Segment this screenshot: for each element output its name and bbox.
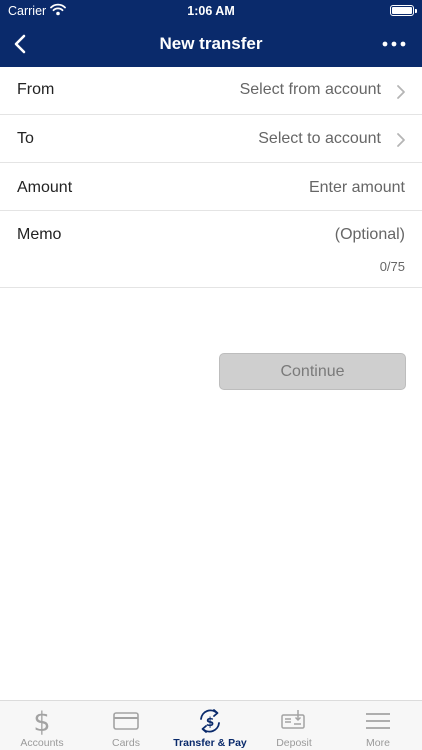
page-title: New transfer	[159, 34, 263, 53]
tab-accounts[interactable]: $ Accounts	[0, 701, 84, 750]
memo-label: Memo	[17, 226, 62, 243]
battery-icon	[390, 5, 417, 16]
tab-transfer-pay[interactable]: $ Transfer & Pay	[168, 701, 252, 750]
menu-icon	[366, 713, 390, 729]
app-screen: Carrier 1:06 AM New transfer From Select…	[0, 0, 422, 750]
tab-deposit[interactable]: Deposit	[252, 701, 336, 750]
card-icon	[113, 712, 139, 730]
status-time: 1:06 AM	[187, 4, 235, 18]
continue-button[interactable]: Continue	[219, 353, 406, 390]
tab-accounts-label: Accounts	[20, 737, 64, 749]
svg-text:$: $	[33, 707, 50, 735]
tab-cards[interactable]: Cards	[84, 701, 168, 750]
chevron-right-icon	[397, 133, 405, 147]
memo-character-counter: 0/75	[379, 259, 405, 274]
dollar-icon: $	[33, 707, 50, 735]
amount-label: Amount	[17, 179, 73, 196]
tab-bar: $ Accounts Cards $ Transfer & Pay Deposi…	[0, 700, 422, 750]
check-deposit-icon	[281, 710, 305, 729]
from-label: From	[17, 81, 55, 98]
amount-row[interactable]: Amount Enter amount	[0, 163, 422, 211]
svg-text:$: $	[206, 715, 214, 729]
tab-more[interactable]: More	[336, 701, 420, 750]
amount-input[interactable]: Enter amount	[309, 179, 405, 197]
to-account-value: Select to account	[258, 130, 381, 147]
transfer-icon: $	[200, 709, 220, 733]
from-account-value: Select from account	[239, 81, 381, 98]
memo-input[interactable]: (Optional)	[335, 226, 405, 244]
to-label: To	[17, 130, 34, 147]
tab-more-label: More	[366, 737, 390, 749]
from-row[interactable]: From Select from account	[0, 67, 422, 115]
to-row[interactable]: To Select to account	[0, 115, 422, 163]
nav-bar: New transfer	[0, 22, 422, 67]
tab-transfer-pay-label: Transfer & Pay	[173, 737, 247, 749]
status-bar: Carrier 1:06 AM	[0, 0, 422, 22]
header: Carrier 1:06 AM New transfer	[0, 0, 422, 67]
tab-cards-label: Cards	[111, 737, 140, 749]
chevron-right-icon	[397, 85, 405, 99]
tab-deposit-label: Deposit	[276, 737, 312, 749]
more-dots-icon[interactable]	[380, 30, 408, 58]
memo-row[interactable]: Memo (Optional) 0/75	[0, 211, 422, 288]
